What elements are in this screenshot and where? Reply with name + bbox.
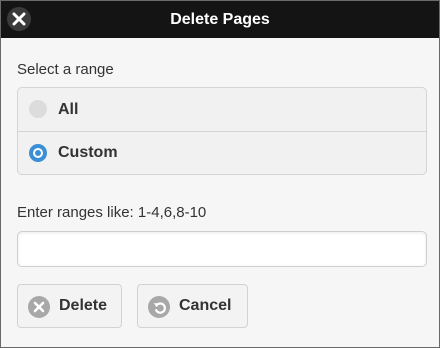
delete-pages-dialog: Delete Pages Select a range All Custom E… — [0, 0, 440, 348]
delete-button[interactable]: Delete — [17, 284, 122, 328]
dialog-titlebar: Delete Pages — [1, 1, 439, 38]
cancel-button[interactable]: Cancel — [137, 284, 248, 328]
delete-x-icon — [28, 296, 50, 318]
range-radio-group: All Custom — [17, 87, 427, 175]
radio-label-all: All — [58, 101, 79, 118]
cancel-button-label: Cancel — [179, 297, 232, 314]
select-range-label: Select a range — [17, 61, 114, 78]
ranges-input[interactable] — [17, 231, 427, 267]
dialog-title: Delete Pages — [170, 11, 270, 28]
radio-option-all[interactable]: All — [18, 88, 426, 132]
ranges-hint-label: Enter ranges like: 1-4,6,8-10 — [17, 204, 207, 221]
delete-button-label: Delete — [59, 297, 108, 314]
radio-label-custom: Custom — [58, 144, 118, 161]
undo-icon — [148, 296, 170, 318]
radio-option-custom[interactable]: Custom — [18, 132, 426, 174]
radio-checked-icon — [29, 144, 47, 162]
radio-unchecked-icon — [29, 100, 47, 118]
